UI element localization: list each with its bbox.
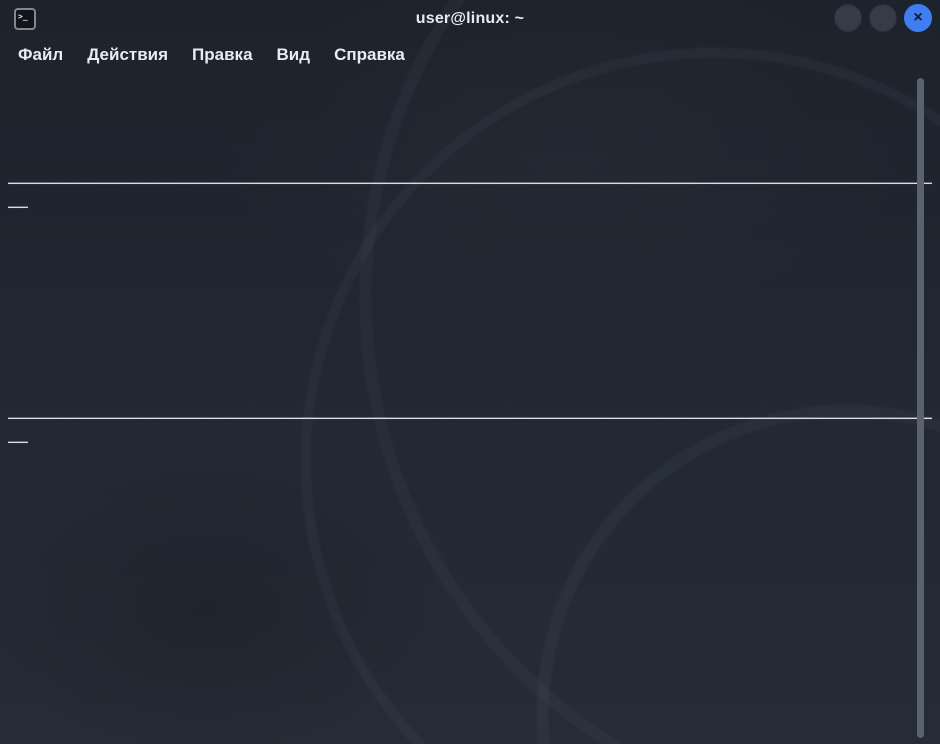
blank-line: [8, 125, 932, 149]
titlebar[interactable]: >_ user@linux: ~ ×: [0, 0, 940, 38]
menu-edit[interactable]: Правка: [192, 45, 252, 65]
menu-view[interactable]: Вид: [277, 45, 311, 65]
separator-line: ────────────────────────────────────────…: [8, 172, 932, 196]
table-row: 363860x8E22RAR archive data, version 5.x: [8, 478, 932, 502]
command-line: └─$binwalkcrack_me.jpg: [8, 102, 932, 126]
terminal-window: >_ user@linux: ~ × Файл Действия Правка …: [0, 0, 940, 744]
close-icon: ×: [913, 10, 922, 26]
minimize-button[interactable]: [834, 4, 862, 32]
menubar: Файл Действия Правка Вид Справка: [0, 38, 940, 72]
prompt-line-top: ┌──(user⊕linux)-[~]: [8, 548, 932, 572]
scrollbar-thumb[interactable]: [917, 78, 924, 738]
prompt-line-top: ┌──(user⊕linux)-[~]: [8, 313, 932, 337]
separator-line: ────────────────────────────────────────…: [8, 407, 932, 431]
table-row: 00x0JPEG image data, JFIF standard 1.01: [8, 454, 932, 478]
blank-line: [8, 290, 932, 314]
blank-line: [8, 525, 932, 549]
menu-actions[interactable]: Действия: [87, 45, 168, 65]
table-row: 363860x8E22RAR archive data, version 5.x: [8, 243, 932, 267]
window-controls: ×: [834, 4, 932, 32]
terminal-screen[interactable]: ┌──(user⊕linux)-[~] └─$binwalkcrack_me.j…: [0, 72, 940, 744]
table-row: 00x0JPEG image data, JFIF standard 1.01: [8, 219, 932, 243]
binwalk-header-row: DECIMALHEXADECIMALDESCRIPTION: [8, 149, 932, 173]
separator-wrap: ──: [8, 431, 932, 455]
command-line-current[interactable]: └─$: [8, 572, 932, 596]
menu-file[interactable]: Файл: [18, 45, 63, 65]
maximize-button[interactable]: [869, 4, 897, 32]
blank-line: [8, 501, 932, 525]
command-line: └─$binwalk-ecrack_me.jpg: [8, 337, 932, 361]
blank-line: [8, 360, 932, 384]
blank-line: [8, 266, 932, 290]
binwalk-header-row: DECIMALHEXADECIMALDESCRIPTION: [8, 384, 932, 408]
window-title: user@linux: ~: [0, 0, 940, 38]
close-button[interactable]: ×: [904, 4, 932, 32]
separator-wrap: ──: [8, 196, 932, 220]
menu-help[interactable]: Справка: [334, 45, 405, 65]
prompt-line-top: ┌──(user⊕linux)-[~]: [8, 78, 932, 102]
